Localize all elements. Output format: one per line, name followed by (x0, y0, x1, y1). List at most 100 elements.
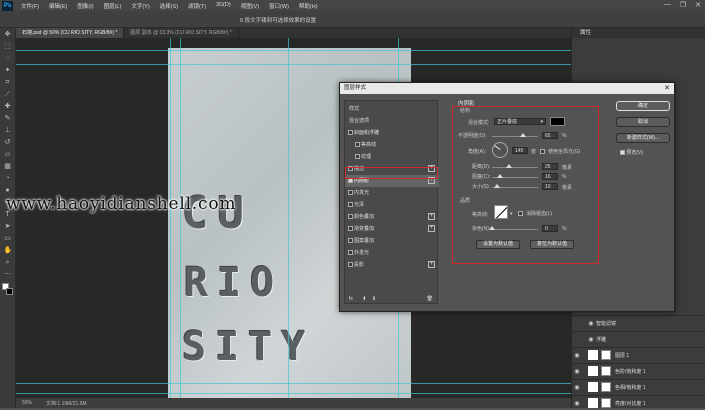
healing-brush-icon[interactable]: ✚ (4, 103, 12, 111)
rectangle-tool-icon[interactable]: ▭ (4, 235, 12, 243)
properties-tab[interactable]: 属性 (572, 28, 705, 38)
maximize-button[interactable]: ❐ (680, 1, 686, 9)
layer-row[interactable]: ◉ 浮雕 (572, 331, 705, 346)
cancel-button[interactable]: 取消 (616, 117, 670, 127)
guide-horizontal[interactable] (16, 383, 571, 384)
guide-horizontal[interactable] (16, 50, 571, 51)
magic-wand-tool-icon[interactable]: ✦ (4, 67, 12, 75)
menu-items: 文件(F) 编辑(E) 图像(I) 图层(L) 文字(Y) 选择(S) 滤镜(T) 3D(D)… (16, 2, 323, 10)
eye-icon[interactable]: ◉ (572, 384, 582, 391)
style-checkbox[interactable] (355, 154, 360, 159)
guide-horizontal[interactable] (16, 393, 571, 394)
guide-vertical[interactable] (170, 38, 171, 398)
marquee-tool-icon[interactable]: ⬚ (4, 43, 12, 51)
new-style-button[interactable]: 新建样式(W)... (616, 133, 670, 143)
move-down-icon[interactable]: ⬇ (372, 296, 376, 302)
style-item[interactable]: 投影 + (345, 259, 439, 271)
layer-mask-thumbnail[interactable] (601, 366, 611, 376)
guide-vertical[interactable] (288, 38, 289, 398)
background-color[interactable] (6, 288, 13, 295)
eye-icon[interactable]: ◉ (586, 336, 596, 343)
menu-item[interactable]: 选择(S) (155, 2, 183, 10)
close-window-button[interactable]: ✕ (695, 1, 701, 9)
style-item[interactable]: 渐变叠加 + (345, 223, 439, 235)
eye-icon[interactable]: ◉ (572, 368, 582, 375)
doc-size: 文档:1.19M/21.6M (46, 400, 87, 407)
style-item[interactable]: 斜面和浮雕 (345, 127, 439, 139)
guide-vertical[interactable] (180, 38, 181, 398)
style-checkbox[interactable] (348, 262, 353, 267)
menu-item[interactable]: 文件(F) (16, 2, 44, 10)
add-style-icon[interactable]: + (428, 213, 435, 220)
layer-row[interactable]: ◉ 图层 1 (572, 347, 705, 362)
watermark-text: www.haoyidianshell.com (6, 194, 237, 214)
add-style-icon[interactable]: + (428, 261, 435, 268)
minimize-button[interactable]: — (664, 1, 671, 9)
preview-checkbox[interactable] (620, 150, 625, 156)
style-checkbox[interactable] (348, 214, 353, 219)
blur-tool-icon[interactable]: ◔ (4, 175, 12, 183)
document-tab[interactable]: 石墙.psd @ 50% (CU RIO SITY, RGB/8#) * (16, 28, 125, 38)
menu-item[interactable]: 帮助(H) (294, 2, 323, 10)
more-tools-icon[interactable]: ⋯ (4, 271, 12, 279)
menu-item[interactable]: 窗口(W) (264, 2, 294, 10)
eye-icon[interactable]: ◉ (586, 320, 596, 327)
style-item[interactable]: 混合选项 (345, 115, 439, 127)
style-checkbox[interactable] (355, 142, 360, 147)
menu-item[interactable]: 滤镜(T) (183, 2, 211, 10)
fx-icon[interactable]: fx (349, 296, 353, 302)
ok-button[interactable]: 确定 (616, 101, 670, 111)
options-bar: 8 段文字镂刻可选择效果的设置 (0, 11, 705, 28)
stamp-tool-icon[interactable]: ⊥ (4, 127, 12, 135)
menu-item[interactable]: 图像(I) (72, 2, 98, 10)
layer-row[interactable]: ◉ 智能滤镜 (572, 315, 705, 330)
layer-mask-thumbnail[interactable] (601, 350, 611, 360)
gradient-tool-icon[interactable]: ▦ (4, 163, 12, 171)
lasso-tool-icon[interactable]: ◌ (4, 55, 12, 63)
brush-tool-icon[interactable]: ✎ (4, 115, 12, 123)
document-tab[interactable]: 图层 副本 @ 33.3% (CU RIO SITY, RGB/8#) * (124, 28, 239, 38)
style-checkbox[interactable] (348, 130, 353, 135)
menu-item[interactable]: 编辑(E) (44, 2, 72, 10)
path-select-tool-icon[interactable]: ➤ (4, 223, 12, 231)
move-tool-icon[interactable]: ✥ (4, 31, 12, 39)
trash-icon[interactable]: 🗑 (427, 293, 433, 305)
document-tabs: 石墙.psd @ 50% (CU RIO SITY, RGB/8#) * 图层 副… (16, 28, 571, 38)
canvas-text-line3: SITY (182, 324, 315, 370)
menu-item[interactable]: 图层(L) (99, 2, 127, 10)
move-up-icon[interactable]: ⬆ (362, 296, 366, 302)
preview-label: 预览(V) (626, 150, 644, 156)
style-item-label: 混合选项 (349, 118, 370, 124)
color-swatches[interactable] (0, 283, 15, 299)
eyedropper-tool-icon[interactable]: ⟋ (4, 91, 12, 99)
layer-row[interactable]: ◉ 色相/饱和度 1 (572, 379, 705, 394)
zoom-tool-icon[interactable]: ⌕ (4, 259, 12, 267)
add-style-icon[interactable]: + (428, 225, 435, 232)
style-checkbox[interactable] (348, 226, 353, 231)
menu-item[interactable]: 3D(D) (211, 2, 236, 10)
eye-icon[interactable]: ◉ (572, 400, 582, 407)
layer-mask-thumbnail[interactable] (601, 382, 611, 392)
style-item[interactable]: 等高线 (345, 139, 439, 151)
crop-tool-icon[interactable]: ⌗ (4, 79, 12, 87)
menu-item[interactable]: 文字(Y) (126, 2, 154, 10)
layer-mask-thumbnail[interactable] (601, 398, 611, 408)
layer-name: 图层 1 (615, 352, 630, 359)
eraser-tool-icon[interactable]: ▱ (4, 151, 12, 159)
style-item[interactable]: 图案叠加 (345, 235, 439, 247)
style-checkbox[interactable] (348, 238, 353, 243)
layer-row[interactable]: ◉ 色阶/饱和度 1 (572, 363, 705, 378)
style-item[interactable]: 纹理 (345, 151, 439, 163)
preview-toggle[interactable]: 预览(V) (620, 149, 643, 156)
hand-tool-icon[interactable]: ✋ (4, 247, 13, 255)
history-brush-icon[interactable]: ↺ (4, 139, 12, 147)
style-item-label: 图案叠加 (354, 238, 375, 244)
style-checkbox[interactable] (348, 250, 353, 255)
guide-horizontal[interactable] (16, 64, 571, 65)
menu-item[interactable]: 视图(V) (236, 2, 264, 10)
close-icon[interactable]: ✕ (664, 83, 670, 94)
eye-icon[interactable]: ◉ (572, 352, 582, 359)
style-item[interactable]: 外发光 (345, 247, 439, 259)
style-item[interactable]: 样式 (345, 103, 439, 115)
zoom-level[interactable]: 50% (22, 400, 32, 406)
